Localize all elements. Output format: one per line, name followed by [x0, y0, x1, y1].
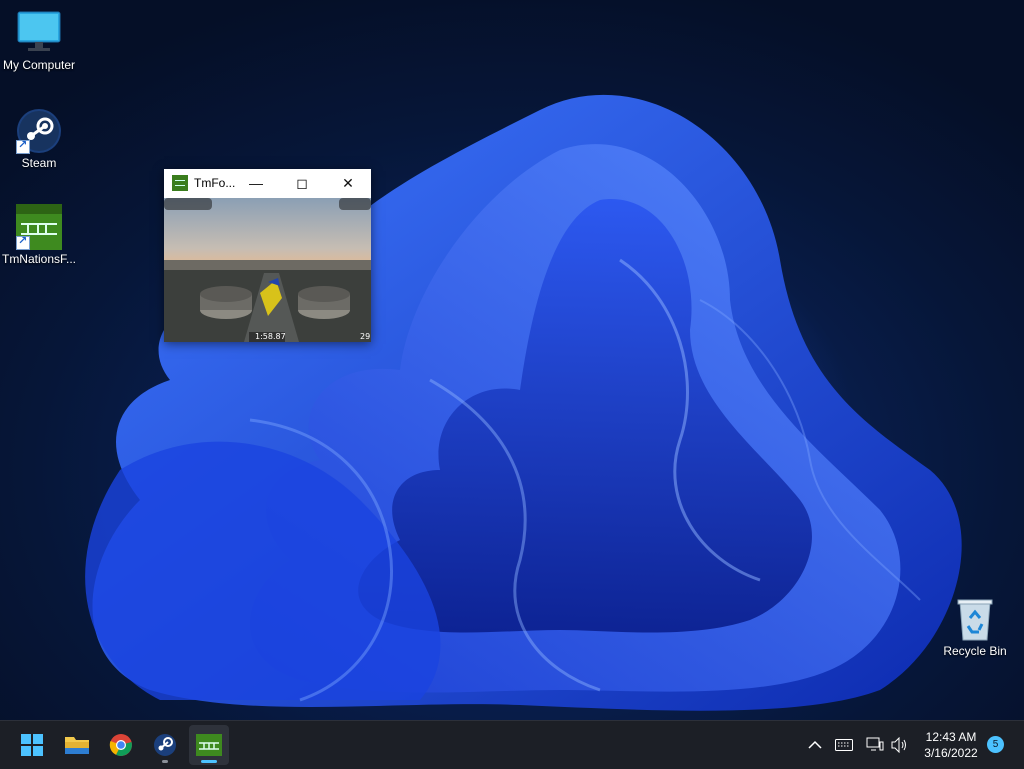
running-indicator — [162, 760, 168, 763]
desktop-icon-label: Steam — [21, 156, 57, 170]
keyboard-icon[interactable] — [834, 735, 854, 755]
shortcut-arrow-icon — [16, 138, 30, 154]
taskbar-tmnations[interactable] — [189, 725, 229, 765]
tray-overflow-chevron-up-icon[interactable] — [805, 735, 825, 755]
windows-logo-icon — [21, 734, 43, 756]
tmnations-icon — [172, 175, 188, 191]
notification-badge[interactable]: 5 — [987, 736, 1004, 753]
clock-date: 3/16/2022 — [924, 746, 978, 760]
start-button[interactable] — [12, 725, 52, 765]
steam-icon — [154, 734, 176, 756]
maximize-icon: ◻ — [296, 174, 308, 191]
tmnations-icon — [16, 204, 62, 250]
taskbar-file-explorer[interactable] — [57, 725, 97, 765]
recycle-bin-icon — [952, 596, 998, 642]
system-clock[interactable]: 12:43 AM 3/16/2022 — [915, 729, 987, 761]
desktop-icon-label: TmNationsF... — [1, 252, 76, 266]
steam-icon — [16, 108, 62, 154]
network-icon[interactable] — [865, 735, 885, 755]
shortcut-arrow-icon — [16, 234, 30, 250]
minimize-button[interactable]: — — [233, 169, 279, 197]
window-titlebar[interactable]: TmFo... — ◻ ✕ — [164, 169, 371, 197]
desktop-icon-steam[interactable]: Steam — [1, 108, 77, 170]
folder-icon — [65, 737, 89, 754]
minimize-icon: — — [249, 175, 263, 191]
maximize-button[interactable]: ◻ — [279, 169, 325, 197]
desktop-icon-tmnations[interactable]: TmNationsF... — [1, 204, 77, 266]
speed-readout: 29 — [360, 332, 371, 341]
game-viewport[interactable]: 1:58.87 29 — [164, 198, 371, 342]
taskbar-chrome[interactable] — [101, 725, 141, 765]
clock-time: 12:43 AM — [925, 730, 977, 744]
chrome-icon — [109, 734, 132, 756]
tmnations-icon — [196, 734, 222, 756]
game-scene — [164, 198, 371, 342]
race-timer: 1:58.87 — [255, 332, 286, 341]
volume-icon[interactable] — [890, 735, 910, 755]
desktop-icon-label: My Computer — [2, 58, 76, 72]
taskbar-steam[interactable] — [145, 725, 185, 765]
desktop-icon-my-computer[interactable]: My Computer — [1, 10, 77, 72]
wallpaper-bloom — [85, 94, 962, 711]
close-button[interactable]: ✕ — [325, 169, 371, 197]
desktop-icon-recycle-bin[interactable]: Recycle Bin — [937, 596, 1013, 658]
desktop: My Computer Steam TmNation — [0, 0, 1024, 720]
game-window[interactable]: TmFo... — ◻ ✕ 1:58.87 29 — [164, 169, 371, 342]
close-icon: ✕ — [342, 174, 354, 191]
taskbar: 12:43 AM 3/16/2022 5 — [0, 720, 1024, 769]
desktop-icon-label: Recycle Bin — [943, 644, 1007, 658]
active-indicator — [201, 760, 217, 763]
window-title: TmFo... — [194, 176, 236, 190]
monitor-icon — [16, 10, 62, 56]
